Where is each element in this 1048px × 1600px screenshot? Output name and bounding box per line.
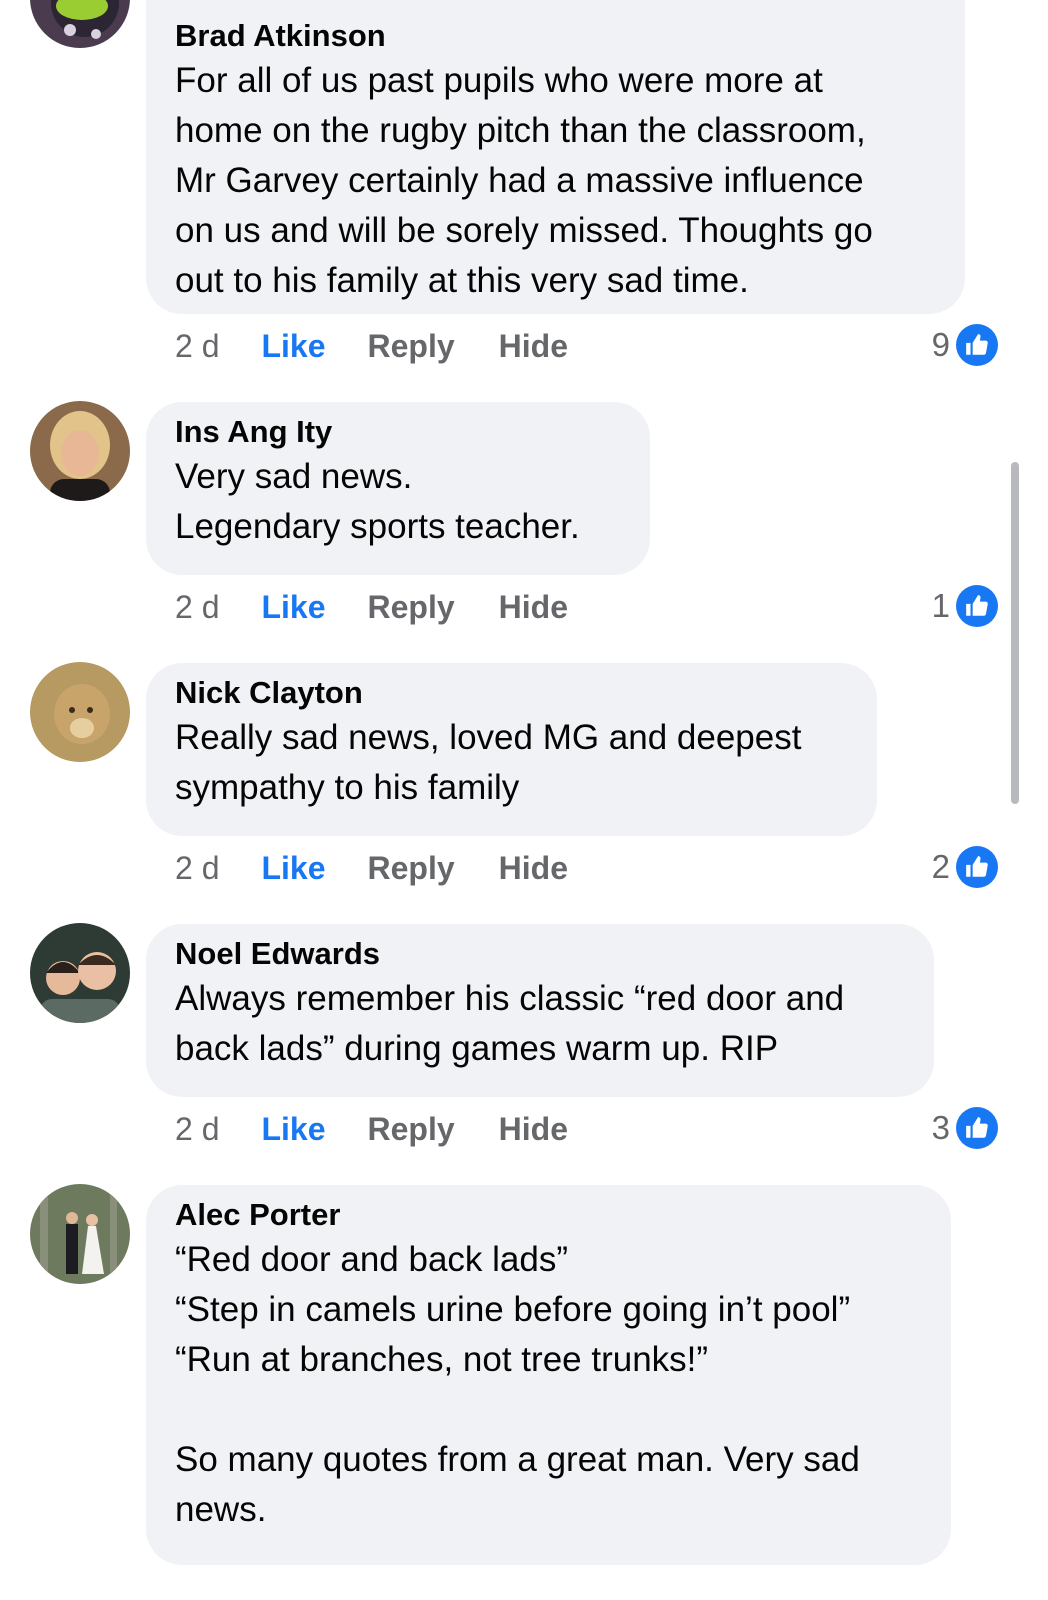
like-button[interactable]: Like [261,1111,325,1148]
comment-time[interactable]: 2 d [175,1111,219,1148]
reply-button[interactable]: Reply [368,850,455,887]
comment-text: For all of us past pupils who were more … [175,61,873,300]
reaction-count: 2 [931,848,950,885]
like-button[interactable]: Like [261,850,325,887]
reply-button[interactable]: Reply [368,1111,455,1148]
reaction-count: 9 [931,326,950,363]
hide-button[interactable]: Hide [499,850,568,887]
comment-author[interactable]: Noel Edwards [175,934,904,972]
reply-button[interactable]: Reply [368,328,455,365]
comment-actions: 2 d Like Reply Hide [175,587,568,627]
thumbs-up-icon [956,1107,998,1149]
avatar[interactable] [30,662,130,762]
thumbs-up-icon [956,585,998,627]
reaction-summary[interactable]: 3 [932,1106,998,1150]
comment-author[interactable]: Nick Clayton [175,673,847,711]
comment-author[interactable]: Ins Ang Ity [175,412,620,450]
thumbs-up-icon [956,324,998,366]
hide-button[interactable]: Hide [499,328,568,365]
comment-bubble: Brad Atkinson For all of us past pupils … [146,0,965,314]
comment-actions: 2 d Like Reply Hide [175,848,568,888]
reaction-count: 1 [931,587,950,624]
hide-button[interactable]: Hide [499,1111,568,1148]
comment-text: Always remember his classic “red door an… [175,979,845,1068]
comment-bubble: Nick Clayton Really sad news, loved MG a… [146,663,877,836]
comment-actions: 2 d Like Reply Hide [175,326,568,366]
avatar[interactable] [30,401,130,501]
hide-button[interactable]: Hide [499,589,568,626]
comment-text: “Red door and back lads” “Step in camels… [175,1240,860,1529]
comment-time[interactable]: 2 d [175,589,219,626]
like-button[interactable]: Like [261,328,325,365]
avatar[interactable] [30,0,130,48]
avatar[interactable] [30,1184,130,1284]
comment-bubble: Alec Porter “Red door and back lads” “St… [146,1185,951,1565]
reaction-summary[interactable]: 2 [932,845,998,889]
comment-actions: 2 d Like Reply Hide [175,1109,568,1149]
like-button[interactable]: Like [261,589,325,626]
comment-bubble: Ins Ang Ity Very sad news. Legendary spo… [146,402,650,575]
comment-text: Really sad news, loved MG and deepest sy… [175,718,802,807]
comment-bubble: Noel Edwards Always remember his classic… [146,924,934,1097]
comment-author[interactable]: Alec Porter [175,1195,921,1233]
comment-author[interactable]: Brad Atkinson [175,16,935,54]
scrollbar[interactable] [1011,462,1019,804]
thumbs-up-icon [956,846,998,888]
reaction-count: 3 [931,1109,950,1146]
reply-button[interactable]: Reply [368,589,455,626]
reaction-summary[interactable]: 1 [932,584,998,628]
comment-time[interactable]: 2 d [175,328,219,365]
comment-text: Very sad news. Legendary sports teacher. [175,457,580,546]
reaction-summary[interactable]: 9 [932,323,998,367]
comment-time[interactable]: 2 d [175,850,219,887]
avatar[interactable] [30,923,130,1023]
